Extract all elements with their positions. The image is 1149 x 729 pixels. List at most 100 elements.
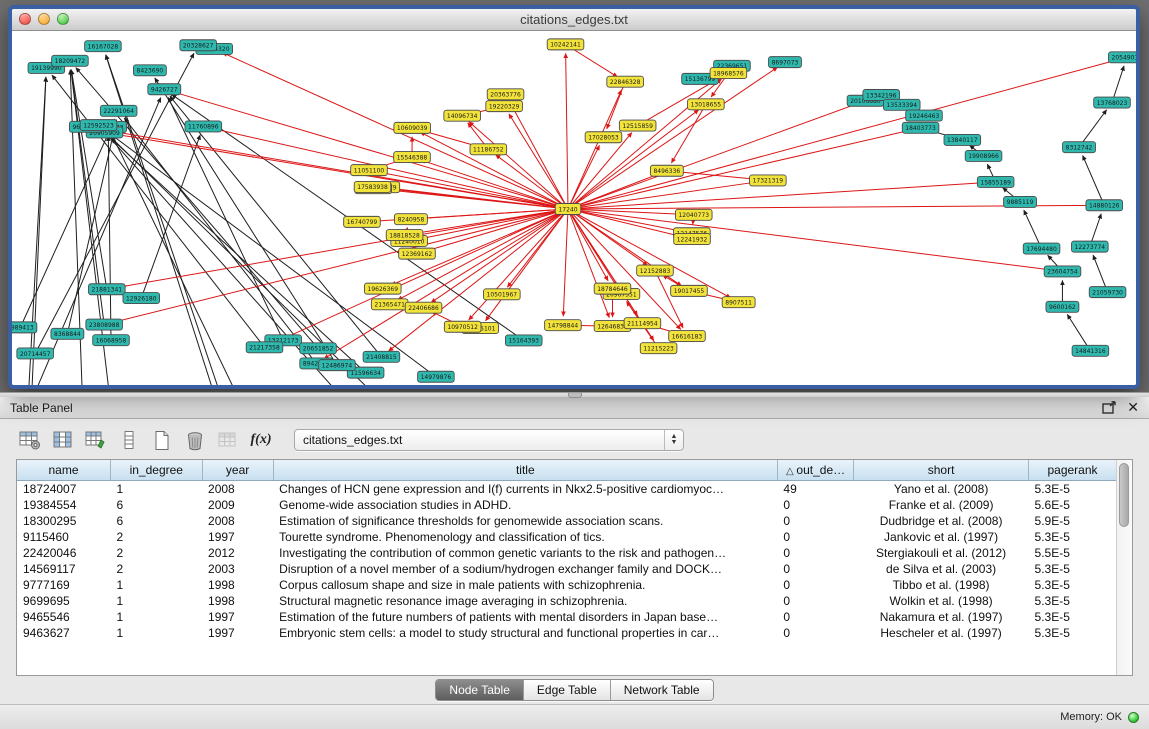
graph-node-label: 12592523	[83, 122, 114, 129]
import-table-button[interactable]	[214, 427, 242, 454]
graph-node-label: 12152883	[640, 268, 671, 275]
tab-edge-table[interactable]: Edge Table	[524, 680, 611, 700]
scrollbar-thumb[interactable]	[1119, 463, 1129, 527]
graph-node-label: 20651852	[303, 346, 334, 353]
trash-icon	[186, 430, 204, 451]
table-cell: 0	[777, 513, 853, 529]
edit-table-button[interactable]	[82, 427, 110, 454]
graph-node-label: 20328627	[183, 43, 214, 50]
table-cell: 6	[111, 513, 202, 529]
graph-node-label: 12646835	[597, 323, 628, 330]
table-cell: 2008	[202, 480, 273, 497]
function-builder-button[interactable]: f(x)	[247, 427, 275, 454]
table-settings-button[interactable]	[16, 427, 44, 454]
desktop-background: citations_edges.txt 11454320222910641381…	[0, 0, 1149, 392]
graph-node-label: 12369162	[402, 251, 433, 258]
edit-table-icon	[85, 430, 107, 450]
graph-node-label: 10609039	[397, 125, 428, 132]
table-cell: 9465546	[17, 609, 111, 625]
column-header-out_de[interactable]: △ out_de…	[777, 460, 853, 480]
table-row[interactable]: 946362711997Embryonic stem cells: a mode…	[17, 625, 1116, 641]
graph-node-label: 23604754	[1047, 269, 1078, 276]
float-panel-icon[interactable]	[1102, 401, 1117, 414]
table-scroll-area[interactable]: namein_degreeyeartitle△ out_de…shortpage…	[17, 460, 1116, 675]
graph-node-label: 8989413	[12, 325, 34, 332]
column-header-in_degree[interactable]: in_degree	[111, 460, 202, 480]
table-cell: Tibbo et al. (1998)	[854, 577, 1029, 593]
graph-node-label: 12486974	[322, 362, 353, 369]
network-view-window: citations_edges.txt 11454320222910641381…	[8, 5, 1140, 389]
table-cell: Investigating the contribution of common…	[273, 545, 777, 561]
table-selector-dropdown[interactable]: citations_edges.txt ▲▼	[294, 429, 684, 451]
minimize-window-button[interactable]	[38, 13, 50, 25]
graph-node-label: 21059730	[1092, 289, 1123, 296]
graph-node-label: 8240958	[398, 216, 425, 223]
table-row[interactable]: 969969511998Structural magnetic resonanc…	[17, 593, 1116, 609]
panel-splitter[interactable]	[0, 392, 1149, 397]
table-tabs-row: Node Table Edge Table Network Table	[16, 676, 1133, 704]
graph-node-label: 20714457	[20, 351, 51, 358]
show-columns-button[interactable]	[49, 427, 77, 454]
table-row[interactable]: 1938455462009Genome-wide association stu…	[17, 497, 1116, 513]
graph-node-label: 10501967	[487, 292, 518, 299]
graph-node-label: 17583938	[357, 184, 388, 191]
table-cell: 9777169	[17, 577, 111, 593]
sort-ascending-icon: △	[786, 466, 796, 477]
table-settings-icon	[19, 430, 41, 450]
graph-node-label: 13840117	[947, 137, 978, 144]
table-row[interactable]: 977716911998Corpus callosum shape and si…	[17, 577, 1116, 593]
graph-node-label: 9600162	[1049, 304, 1076, 311]
table-row[interactable]: 1872400712008Changes of HCN gene express…	[17, 480, 1116, 497]
graph-node-label: 15164393	[508, 338, 539, 345]
graph-node-label: 8907511	[725, 300, 752, 307]
graph-node-label: 16167028	[88, 43, 119, 50]
table-row[interactable]: 1456911722003Disruption of a novel membe…	[17, 561, 1116, 577]
graph-node-label: 19017455	[674, 288, 705, 295]
column-header-pagerank[interactable]: pagerank	[1029, 460, 1116, 480]
column-header-name[interactable]: name	[17, 460, 111, 480]
graph-node-label: 12273774	[1075, 244, 1106, 251]
table-cell: Changes of HCN gene expression and I(f) …	[273, 480, 777, 497]
zoom-window-button[interactable]	[57, 13, 69, 25]
column-header-short[interactable]: short	[854, 460, 1029, 480]
graph-node-label: 13342196	[866, 92, 897, 99]
graph-node-label: 19626369	[368, 286, 399, 293]
tab-network-table[interactable]: Network Table	[611, 680, 713, 700]
close-panel-icon[interactable]: ✕	[1127, 401, 1139, 414]
graph-node-label: 13768023	[1097, 100, 1128, 107]
table-cell: Structural magnetic resonance image aver…	[273, 593, 777, 609]
column-header-title[interactable]: title	[273, 460, 777, 480]
table-row[interactable]: 911546021997Tourette syndrome. Phenomeno…	[17, 529, 1116, 545]
citation-network-graph[interactable]: 1145432022291064138105732090590916167028…	[12, 31, 1136, 385]
table-cell: 5.3E-5	[1029, 561, 1116, 577]
table-cell: 5.3E-5	[1029, 480, 1116, 497]
graph-node-label: 12515859	[622, 123, 653, 130]
table-cell: 1	[111, 609, 202, 625]
table-cell: 5.3E-5	[1029, 609, 1116, 625]
splitter-grip-icon[interactable]	[568, 393, 582, 398]
vertical-scrollbar[interactable]	[1116, 460, 1132, 675]
graph-node-label: 16616183	[672, 333, 703, 340]
table-cell: Franke et al. (2009)	[854, 497, 1029, 513]
graph-node-label: 22291064	[103, 108, 134, 115]
table-cell: 1997	[202, 625, 273, 641]
table-cell: 9463627	[17, 625, 111, 641]
row-height-button[interactable]	[115, 427, 143, 454]
column-header-year[interactable]: year	[202, 460, 273, 480]
show-columns-icon	[52, 430, 74, 450]
table-cell: 6	[111, 497, 202, 513]
table-header-row: namein_degreeyeartitle△ out_de…shortpage…	[17, 460, 1116, 480]
table-cell: Estimation of the future numbers of pati…	[273, 609, 777, 625]
graph-node-label: 18403773	[905, 125, 936, 132]
network-canvas[interactable]: 1145432022291064138105732090590916167028…	[12, 31, 1136, 385]
graph-node-label: 19220329	[489, 103, 520, 110]
close-window-button[interactable]	[19, 13, 31, 25]
table-row[interactable]: 946554611997Estimation of the future num…	[17, 609, 1116, 625]
new-table-button[interactable]	[148, 427, 176, 454]
window-titlebar[interactable]: citations_edges.txt	[12, 9, 1136, 31]
table-row[interactable]: 1830029562008Estimation of significance …	[17, 513, 1116, 529]
tab-node-table[interactable]: Node Table	[436, 680, 524, 700]
table-row[interactable]: 2242004622012Investigating the contribut…	[17, 545, 1116, 561]
graph-node-label: 21365471	[374, 302, 405, 309]
delete-table-button[interactable]	[181, 427, 209, 454]
